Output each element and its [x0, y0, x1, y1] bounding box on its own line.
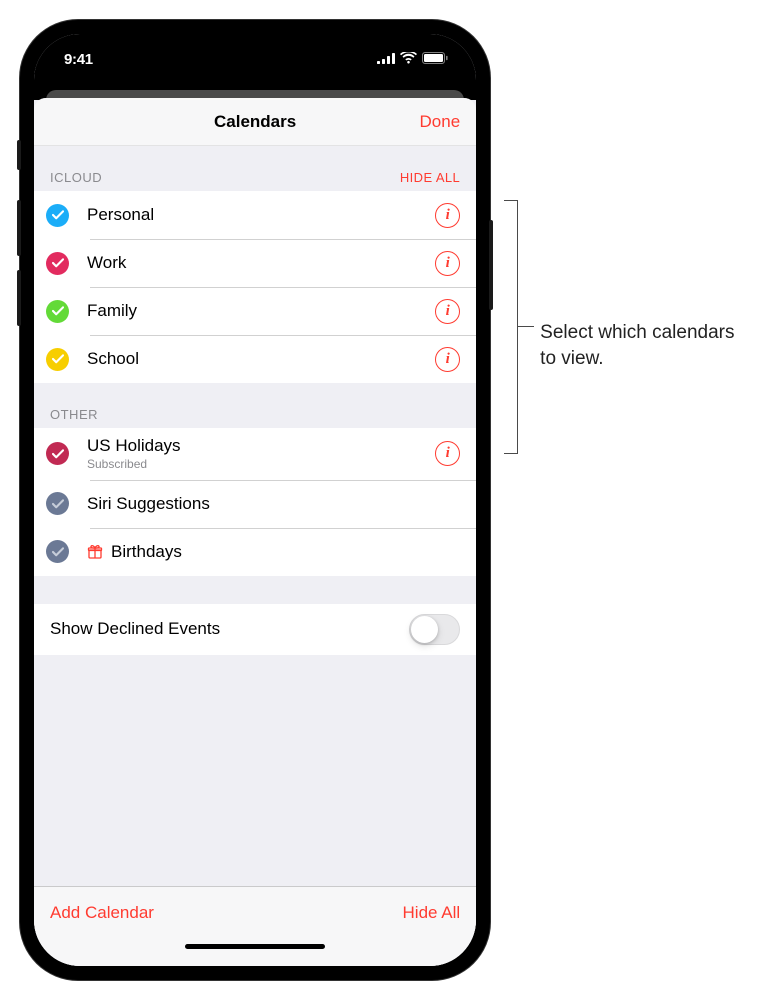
sheet-header: Calendars Done	[34, 98, 476, 146]
calendar-name: Siri Suggestions	[87, 494, 452, 514]
calendar-row-personal[interactable]: Personal i	[34, 191, 476, 239]
power-button	[489, 220, 493, 310]
checkmark-icon	[46, 252, 69, 275]
callout-leader-line	[518, 326, 534, 327]
info-icon[interactable]: i	[435, 203, 460, 228]
volume-down-button	[17, 270, 21, 326]
screen: 9:41 Calendars Done	[34, 34, 476, 966]
section-label-icloud: ICLOUD	[50, 170, 102, 185]
calendar-name: US Holidays	[87, 436, 427, 456]
info-icon[interactable]: i	[435, 347, 460, 372]
calendar-name: Personal	[87, 205, 427, 225]
section-header-icloud: ICLOUD HIDE ALL	[34, 146, 476, 191]
home-indicator-area	[34, 938, 476, 966]
calendar-subtitle: Subscribed	[87, 457, 427, 471]
scroll-area[interactable]: ICLOUD HIDE ALL Personal i	[34, 146, 476, 886]
calendar-row-us-holidays[interactable]: US Holidays Subscribed i	[34, 428, 476, 480]
checkmark-icon	[46, 348, 69, 371]
bottom-toolbar: Add Calendar Hide All	[34, 886, 476, 938]
volume-up-button	[17, 200, 21, 256]
section-label-other: OTHER	[50, 407, 98, 422]
done-button[interactable]: Done	[420, 112, 461, 132]
show-declined-row[interactable]: Show Declined Events	[34, 604, 476, 655]
sheet-title: Calendars	[214, 112, 296, 132]
notch	[155, 34, 355, 62]
show-declined-toggle[interactable]	[409, 614, 460, 645]
checkmark-icon	[46, 442, 69, 465]
callout-text: Select which calendars to view.	[540, 320, 746, 371]
wifi-icon	[400, 51, 417, 68]
info-icon[interactable]: i	[435, 441, 460, 466]
calendar-name: School	[87, 349, 427, 369]
card-backdrop	[34, 78, 476, 100]
checkmark-icon	[46, 492, 69, 515]
section-header-other: OTHER	[34, 383, 476, 428]
battery-icon	[422, 51, 448, 68]
calendar-row-family[interactable]: Family i	[34, 287, 476, 335]
calendars-sheet: Calendars Done ICLOUD HIDE ALL Personal …	[34, 98, 476, 966]
calendar-name: Work	[87, 253, 427, 273]
add-calendar-button[interactable]: Add Calendar	[50, 903, 154, 923]
hide-all-button[interactable]: Hide All	[403, 903, 461, 923]
gift-icon	[87, 544, 103, 560]
calendar-name: Birthdays	[111, 542, 182, 562]
callout-bracket	[504, 200, 518, 454]
icloud-group: Personal i Work i Family	[34, 191, 476, 383]
status-icons	[377, 45, 448, 68]
calendar-row-work[interactable]: Work i	[34, 239, 476, 287]
hide-all-icloud-button[interactable]: HIDE ALL	[400, 170, 460, 185]
checkmark-icon	[46, 204, 69, 227]
info-icon[interactable]: i	[435, 251, 460, 276]
show-declined-label: Show Declined Events	[50, 619, 220, 639]
cellular-icon	[377, 51, 395, 68]
status-time: 9:41	[64, 45, 93, 68]
calendar-name: Family	[87, 301, 427, 321]
calendar-row-birthdays[interactable]: Birthdays	[34, 528, 476, 576]
phone-frame: 9:41 Calendars Done	[20, 20, 490, 980]
checkmark-icon	[46, 540, 69, 563]
home-indicator[interactable]	[185, 944, 325, 949]
info-icon[interactable]: i	[435, 299, 460, 324]
other-group: US Holidays Subscribed i Siri Suggestion…	[34, 428, 476, 576]
checkmark-icon	[46, 300, 69, 323]
callout-annotation: Select which calendars to view.	[510, 20, 746, 371]
mute-switch	[17, 140, 21, 170]
calendar-row-siri-suggestions[interactable]: Siri Suggestions	[34, 480, 476, 528]
calendar-row-school[interactable]: School i	[34, 335, 476, 383]
